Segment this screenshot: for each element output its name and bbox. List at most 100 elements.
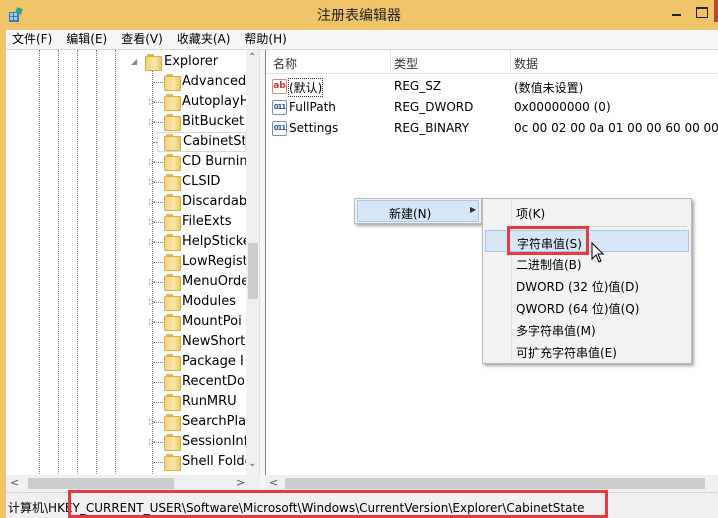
tree-node[interactable]: ▷ Modules (6, 292, 246, 312)
tree-node[interactable]: Shell Folde (6, 452, 246, 472)
scrollbar-thumb[interactable] (28, 478, 174, 489)
menu-edit[interactable]: 编辑(E) (60, 30, 113, 49)
tree-node[interactable]: ▷ SessionInf (6, 432, 246, 452)
tree-node[interactable]: RecentDo (6, 372, 246, 392)
tree-connector (153, 82, 163, 83)
value-row[interactable]: 011 FullPath REG_DWORD 0x00000000 (0) (266, 97, 718, 118)
tree-node-label: Modules (182, 294, 237, 309)
tree-node-label: RunMRU (182, 394, 237, 409)
tree-node[interactable]: ▷ MenuOrde (6, 272, 246, 292)
tree-node[interactable]: ▷ Discardab (6, 192, 246, 212)
path-highlight-box (68, 490, 608, 518)
tree-node[interactable]: ▷ AutoplayH (6, 92, 246, 112)
tree-node[interactable]: LowRegist (6, 252, 246, 272)
tree-node[interactable]: Advanced (6, 72, 246, 92)
tree-vertical-scrollbar[interactable]: ⌃ ⌄ (246, 50, 259, 475)
folder-icon (164, 254, 181, 271)
tree-connector (153, 342, 163, 343)
binary-value-icon: 011 (272, 121, 287, 136)
value-row[interactable]: 011 Settings REG_BINARY 0c 00 02 00 0a 0… (266, 118, 718, 139)
list-header: 名称 类型 数据 (266, 50, 718, 74)
folder-icon (164, 334, 181, 351)
tree-node[interactable]: ▷ BitBucket (6, 112, 246, 132)
tree-node[interactable]: RunMRU (6, 392, 246, 412)
folder-icon (164, 274, 181, 291)
folder-icon (164, 454, 181, 471)
tree-node[interactable]: ▷ HelpSticke (6, 232, 246, 252)
folder-icon (164, 194, 181, 211)
collapse-icon[interactable]: ◢ (131, 57, 139, 67)
column-separator[interactable] (390, 50, 391, 74)
close-button[interactable] (714, 0, 718, 22)
scroll-left-icon[interactable]: < (10, 476, 19, 489)
tree-connector (153, 122, 163, 123)
folder-icon (164, 294, 181, 311)
tree-node-label: HelpSticke (182, 234, 246, 249)
tree-node[interactable]: ▷ MountPoi (6, 312, 246, 332)
submenu-item-dword-value[interactable]: DWORD (32 位)值(D) (485, 274, 689, 296)
tree-node[interactable]: ▷ FileExts (6, 212, 246, 232)
menu-item-label: 二进制值(B) (516, 258, 582, 272)
submenu-item-qword-value[interactable]: QWORD (64 位)值(Q) (485, 296, 689, 318)
registry-tree[interactable]: ◢ Explorer Advanced ▷ AutoplayH ▷ BitBucket C… (6, 50, 260, 475)
binary-value-icon: 011 (272, 100, 287, 115)
menu-item-new[interactable]: 新建(N) ▶ (357, 200, 479, 222)
folder-icon (164, 354, 181, 371)
scroll-left-icon[interactable]: < (269, 476, 278, 489)
title-bar[interactable]: 注册表编辑器 (0, 0, 718, 30)
maximize-button[interactable] (693, 6, 713, 20)
value-type: REG_DWORD (394, 100, 474, 114)
context-menu: 新建(N) ▶ (354, 198, 482, 224)
scroll-up-icon[interactable]: ⌃ (248, 52, 256, 63)
folder-icon (164, 214, 181, 231)
tree-node[interactable]: ▷ SearchPlat (6, 412, 246, 432)
tree-node[interactable]: NewShort (6, 332, 246, 352)
value-type: REG_SZ (394, 79, 442, 93)
column-separator[interactable] (510, 50, 511, 74)
menu-view[interactable]: 查看(V) (115, 30, 169, 49)
menu-file[interactable]: 文件(F) (6, 30, 58, 49)
tree-node[interactable]: ▷ CLSID (6, 172, 246, 192)
status-bar: 计算机\HKEY_CURRENT_USER\Software\Microsoft… (6, 490, 718, 518)
tree-node-label: Advanced (182, 74, 246, 89)
submenu-item-binary-value[interactable]: 二进制值(B) (485, 252, 689, 274)
folder-icon (164, 94, 181, 111)
submenu-item-multi-string-value[interactable]: 多字符串值(M) (485, 318, 689, 340)
scrollbar-thumb[interactable] (248, 243, 258, 299)
tree-connector (153, 322, 163, 323)
tree-connector (153, 402, 163, 403)
folder-icon (164, 114, 181, 131)
tree-connector (153, 182, 163, 183)
menu-favorites[interactable]: 收藏夹(A) (171, 30, 237, 49)
tree-connector (153, 242, 163, 243)
column-header-data[interactable]: 数据 (514, 55, 538, 72)
tree-node-label: SessionInf (182, 434, 246, 449)
value-name: (默认) (287, 78, 324, 97)
folder-icon (164, 414, 181, 431)
tree-connector (153, 202, 163, 203)
value-data: 0x00000000 (0) (514, 100, 611, 114)
menu-help[interactable]: 帮助(H) (238, 30, 292, 49)
folder-icon (164, 314, 181, 331)
tree-node[interactable]: CabinetSta (6, 132, 246, 152)
tree-node[interactable]: Package I (6, 352, 246, 372)
tree-connector (153, 302, 163, 303)
folder-icon (164, 74, 181, 91)
scroll-down-icon[interactable]: ⌄ (248, 458, 256, 469)
tree-node-explorer[interactable]: ◢ Explorer (6, 52, 246, 72)
menu-item-label: 项(K) (516, 207, 546, 221)
regedit-window: 注册表编辑器 文件(F) 编辑(E) 查看(V) 收藏夹(A) 帮助(H) ◢ … (0, 0, 718, 518)
column-header-name[interactable]: 名称 (273, 55, 297, 72)
tree-node[interactable]: ▷ CD Burnin (6, 152, 246, 172)
scrollbar-thumb[interactable] (285, 478, 705, 489)
menu-item-label: 新建(N) (389, 207, 432, 221)
folder-icon (145, 54, 162, 71)
minimize-button[interactable] (668, 6, 688, 20)
value-row[interactable]: ab (默认) REG_SZ (数值未设置) (266, 76, 718, 97)
tree-node-label: FileExts (182, 214, 232, 229)
column-header-type[interactable]: 类型 (394, 55, 418, 72)
tree-node-label: CLSID (182, 174, 221, 189)
submenu-item-key[interactable]: 项(K) (485, 201, 689, 223)
scroll-right-icon[interactable]: > (236, 476, 245, 489)
submenu-item-expandable-string-value[interactable]: 可扩充字符串值(E) (485, 340, 689, 362)
